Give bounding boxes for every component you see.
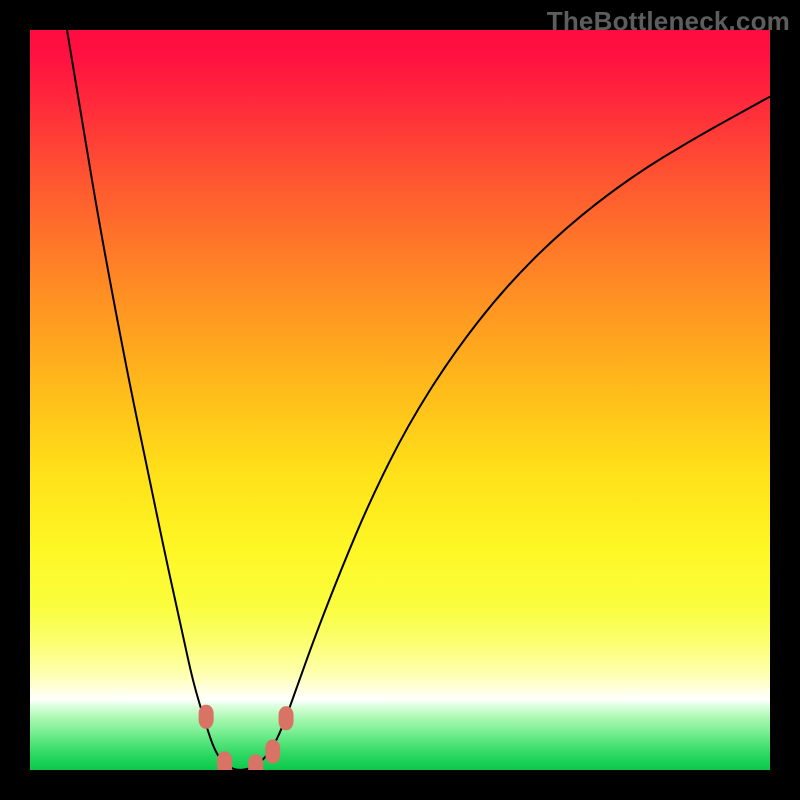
curve-marker-1: [217, 751, 232, 770]
plot-area: [30, 30, 770, 770]
gradient-background: [30, 30, 770, 770]
curve-marker-3: [265, 740, 280, 764]
chart-svg: [30, 30, 770, 770]
chart-frame: TheBottleneck.com: [0, 0, 800, 800]
curve-marker-4: [279, 706, 294, 730]
curve-marker-0: [199, 705, 214, 729]
